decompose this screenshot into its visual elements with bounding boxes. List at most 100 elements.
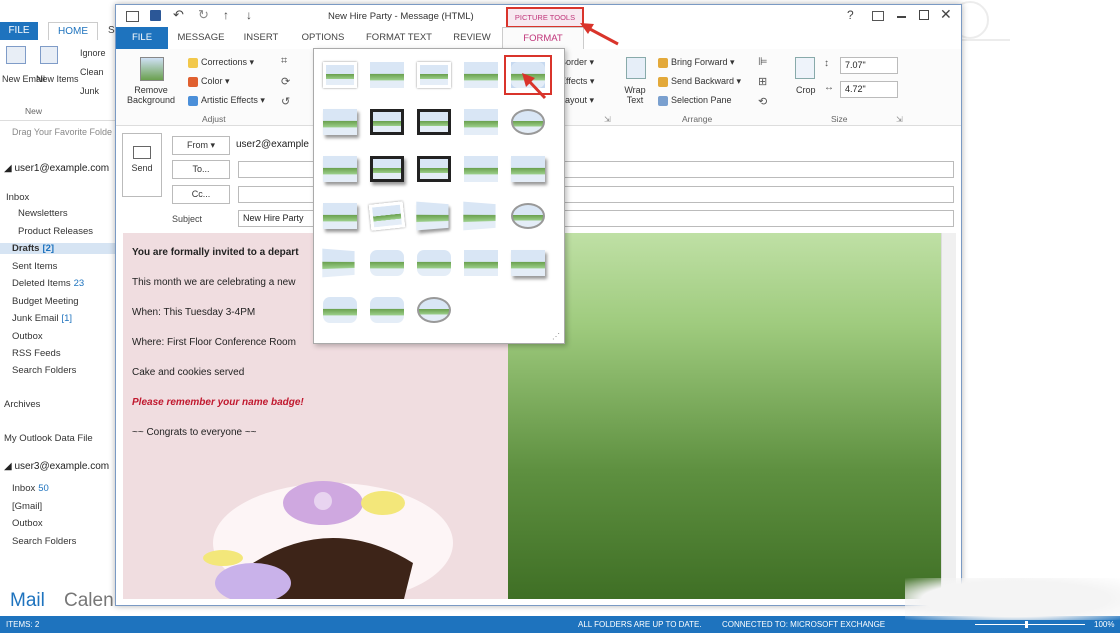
gallery-resize-grip[interactable]: ⋰	[552, 332, 560, 341]
outlook-tab-file[interactable]: FILE	[0, 22, 38, 40]
to-field-ext[interactable]	[560, 161, 954, 178]
change-picture-icon[interactable]: ⟳	[281, 75, 290, 88]
junk-button[interactable]: Junk	[80, 86, 99, 96]
picture-style-reflected-bevel[interactable]	[511, 156, 545, 182]
close-icon[interactable]: ✕	[940, 6, 952, 23]
down-arrow-icon[interactable]: ↓	[246, 8, 252, 22]
minimize-icon[interactable]	[897, 16, 906, 18]
folder-rss-feeds[interactable]: RSS Feeds	[12, 348, 64, 359]
size-launcher-icon[interactable]: ⇲	[896, 115, 903, 124]
tab-review[interactable]: REVIEW	[446, 27, 498, 49]
picture-style-compound-frame[interactable]	[417, 156, 451, 182]
folder-inbox[interactable]: Inbox	[6, 192, 32, 203]
folder-newsletters[interactable]: Newsletters	[18, 208, 71, 219]
corrections-button[interactable]: Corrections ▾	[188, 57, 254, 68]
new-email-button[interactable]: New Email	[2, 74, 45, 84]
picture-effects-button[interactable]: Effects ▾	[560, 76, 594, 87]
picture-style-relaxed-perspective[interactable]	[463, 201, 498, 231]
from-button[interactable]: From ▾	[172, 136, 230, 155]
group-icon[interactable]: ⊞	[758, 75, 767, 88]
picture-style-thick-black-frame[interactable]	[370, 109, 404, 135]
zoom-slider-thumb[interactable]	[1025, 621, 1028, 628]
new-items-button[interactable]: New Items	[36, 74, 79, 84]
maximize-icon[interactable]	[919, 10, 929, 20]
folder-deleted-items[interactable]: Deleted Items 23	[12, 278, 84, 289]
folder-budget-meeting[interactable]: Budget Meeting	[12, 296, 82, 307]
rotate-icon[interactable]: ⟲	[758, 95, 767, 108]
tab-message[interactable]: MESSAGE	[174, 27, 228, 49]
picture-style-perspective-shadow[interactable]	[416, 201, 451, 231]
folder-my-outlook-data-file[interactable]: My Outlook Data File	[4, 433, 96, 444]
picture-border-button[interactable]: Border ▾	[560, 57, 594, 68]
picture-style-plain[interactable]	[464, 62, 498, 88]
remove-background-button[interactable]: Remove Background	[122, 85, 180, 105]
picture-style-bevel-rect[interactable]	[511, 250, 545, 276]
artistic-effects-button[interactable]: Artistic Effects ▾	[188, 95, 265, 106]
nav-mail[interactable]: Mail	[10, 590, 45, 612]
nav-calendar[interactable]: Calen	[64, 590, 114, 612]
picture-style-oval-reflected[interactable]	[511, 109, 545, 135]
folder2-outbox[interactable]: Outbox	[12, 518, 46, 529]
to-button[interactable]: To...	[172, 160, 230, 179]
folder2-search-folders[interactable]: Search Folders	[12, 536, 79, 547]
width-field[interactable]: 4.72"	[840, 81, 898, 98]
help-button[interactable]: ?	[847, 8, 854, 22]
picture-style-soft-rectangle[interactable]	[464, 109, 498, 135]
compress-pictures-icon[interactable]: ⌗	[281, 55, 287, 68]
picture-layout-button[interactable]: Layout ▾	[560, 95, 594, 106]
tab-file[interactable]: FILE	[116, 27, 168, 49]
up-arrow-icon[interactable]: ↑	[223, 8, 229, 22]
folder-sent-items[interactable]: Sent Items	[12, 261, 60, 272]
clean-up-button[interactable]: Clean	[80, 67, 104, 77]
tab-insert[interactable]: INSERT	[236, 27, 286, 49]
folder-outbox[interactable]: Outbox	[12, 331, 46, 342]
new-email-icon[interactable]	[6, 46, 26, 64]
folder2--gmail-[interactable]: [Gmail]	[12, 501, 45, 512]
ignore-button[interactable]: Ignore	[80, 48, 106, 58]
send-backward-button[interactable]: Send Backward ▾	[658, 76, 741, 87]
bring-forward-button[interactable]: Bring Forward ▾	[658, 57, 735, 68]
picture-style-beveled-matte[interactable]	[323, 156, 357, 182]
remove-background-icon[interactable]	[140, 57, 164, 81]
folder-drafts[interactable]: Drafts [2]	[0, 243, 127, 254]
picture-style-center-shadow[interactable]	[323, 203, 357, 229]
send-button[interactable]: Send	[122, 133, 162, 197]
wrap-text-icon[interactable]	[626, 57, 646, 79]
picture-style-metal-rounded[interactable]	[417, 250, 451, 276]
picture-style-rotated-white[interactable]	[368, 201, 406, 231]
color-button[interactable]: Color ▾	[188, 76, 230, 87]
subject-field-ext[interactable]	[560, 210, 954, 227]
picture-style-drop-shadow[interactable]	[323, 109, 357, 135]
picture-style-rounded-rectangle[interactable]	[370, 297, 404, 323]
body-scrollbar[interactable]	[941, 233, 956, 599]
crop-icon[interactable]	[795, 57, 815, 79]
picture-style-reflected-rounded[interactable]	[370, 250, 404, 276]
folder-search-folders[interactable]: Search Folders	[12, 365, 79, 376]
picture-style-snip-diagonal[interactable]	[464, 250, 498, 276]
crop-button[interactable]: Crop	[796, 85, 816, 95]
reset-picture-icon[interactable]: ↺	[281, 95, 290, 108]
align-icon[interactable]: ⊫	[758, 55, 768, 68]
picture-style-simple-frame-white[interactable]	[323, 62, 357, 88]
zoom-slider[interactable]	[975, 624, 1085, 625]
undo-icon[interactable]: ↶	[173, 7, 184, 23]
picture-style-soft-edge-oval[interactable]	[511, 203, 545, 229]
tab-options[interactable]: OPTIONS	[294, 27, 352, 49]
height-field[interactable]: 7.07"	[840, 57, 898, 74]
inserted-picture[interactable]	[508, 233, 943, 599]
folder-junk-email[interactable]: Junk Email [1]	[12, 313, 72, 324]
new-items-icon[interactable]	[40, 46, 58, 64]
picture-style-bevel-perspective[interactable]	[322, 248, 357, 278]
picture-style-simple-frame-gray[interactable]	[417, 62, 451, 88]
picture-style-rounded-diagonal[interactable]	[323, 297, 357, 323]
ribbon-display-options-icon[interactable]	[872, 11, 884, 21]
picture-style-moderate-frame[interactable]	[464, 156, 498, 182]
account-2[interactable]: ◢ user3@example.com	[4, 461, 109, 472]
account-1[interactable]: ◢ user1@example.com	[4, 163, 109, 174]
cc-button[interactable]: Cc...	[172, 185, 230, 204]
folder-product-releases[interactable]: Product Releases	[18, 226, 96, 237]
outlook-tab-home[interactable]: HOME	[48, 22, 98, 41]
picture-style-metal-frame[interactable]	[417, 109, 451, 135]
tab-format-text[interactable]: FORMAT TEXT	[360, 27, 438, 49]
outlook-tab-send-receive[interactable]: S	[108, 22, 115, 40]
